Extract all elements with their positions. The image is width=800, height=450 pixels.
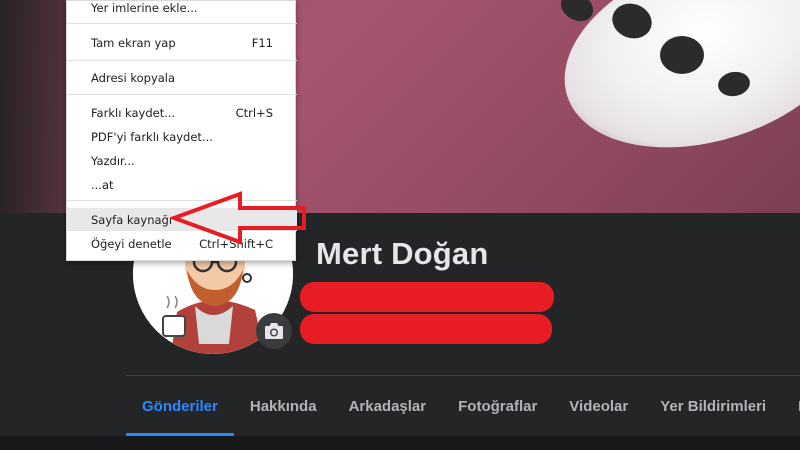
tab-friends[interactable]: Arkadaşlar: [333, 376, 443, 436]
menu-item-label: Yer imlerine ekle...: [91, 0, 198, 15]
menu-item-copy-address[interactable]: Adresi kopyala: [67, 66, 297, 89]
annotation-arrow-icon: [170, 191, 306, 245]
menu-item-label: Öğeyi denetle: [91, 236, 172, 251]
menu-item-label: PDF'yi farklı kaydet...: [91, 129, 213, 144]
menu-item-add-bookmark[interactable]: Yer imlerine ekle...: [67, 0, 297, 19]
update-profile-photo-button[interactable]: [256, 313, 292, 349]
menu-item-label: Yazdır...: [91, 153, 135, 168]
cat-paw-image: [539, 0, 800, 182]
profile-name: Mert Doğan: [316, 236, 489, 271]
tab-more[interactable]: Diğe: [782, 376, 800, 436]
menu-separator: [67, 60, 297, 61]
redaction-mark: [300, 282, 554, 312]
menu-item-shortcut: Ctrl+S: [235, 105, 273, 120]
tab-posts[interactable]: Gönderiler: [126, 376, 234, 436]
menu-item-label: Sayfa kaynağı: [91, 212, 173, 227]
menu-item-label: Adresi kopyala: [91, 70, 176, 85]
menu-item-label: ...at: [91, 177, 114, 192]
profile-tabs: Gönderiler Hakkında Arkadaşlar Fotoğrafl…: [126, 376, 800, 436]
menu-item-label: Tam ekran yap: [91, 35, 176, 50]
tab-check-ins[interactable]: Yer Bildirimleri: [644, 376, 782, 436]
menu-item-shortcut: F11: [251, 35, 273, 50]
tab-photos[interactable]: Fotoğraflar: [442, 376, 553, 436]
menu-separator: [67, 23, 297, 24]
menu-item-label: Farklı kaydet...: [91, 105, 176, 120]
menu-item-save-as[interactable]: Farklı kaydet... Ctrl+S: [67, 101, 297, 124]
tab-videos[interactable]: Videolar: [553, 376, 644, 436]
redaction-mark: [300, 314, 552, 344]
menu-item-fullscreen[interactable]: Tam ekran yap F11: [67, 31, 297, 54]
page-background: [0, 436, 800, 450]
tab-about[interactable]: Hakkında: [234, 376, 333, 436]
paw-toe: [660, 36, 704, 74]
camera-icon: [265, 323, 283, 339]
menu-separator: [67, 94, 297, 95]
menu-item-save-as-pdf[interactable]: PDF'yi farklı kaydet...: [67, 125, 297, 148]
menu-item-print[interactable]: Yazdır...: [67, 149, 297, 172]
